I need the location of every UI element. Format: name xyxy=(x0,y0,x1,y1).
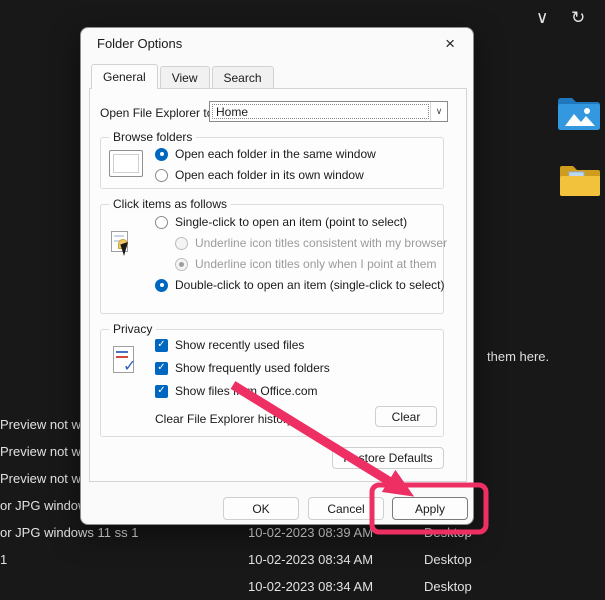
group-title: Click items as follows xyxy=(109,197,231,211)
screenshots-folder-icon[interactable] xyxy=(558,162,602,200)
radio-indicator xyxy=(175,237,188,250)
radio-indicator xyxy=(155,169,168,182)
option-label: Double-click to open an item (single-cli… xyxy=(175,278,444,292)
cancel-button[interactable]: Cancel xyxy=(308,497,384,520)
folder-window-icon xyxy=(109,150,143,177)
checkbox-indicator: ✓ xyxy=(155,362,168,375)
group-privacy: Privacy ✓ ✓ Show recently used files ✓ S… xyxy=(100,329,444,437)
file-name: 1 xyxy=(0,552,7,567)
option-label: Show frequently used folders xyxy=(175,361,330,375)
clear-history-label: Clear File Explorer history xyxy=(155,412,293,426)
option-label: Underline icon titles consistent with my… xyxy=(195,236,447,250)
option-label: Show recently used files xyxy=(175,338,304,352)
chevron-down-icon[interactable]: ∨ xyxy=(430,102,447,121)
file-name: Preview not w xyxy=(0,471,81,486)
checkbox-show-recent-files[interactable]: ✓ Show recently used files xyxy=(155,338,304,352)
group-browse-folders: Browse folders Open each folder in the s… xyxy=(100,137,444,189)
tab-search[interactable]: Search xyxy=(212,66,274,88)
file-location: Desktop xyxy=(424,525,472,540)
clear-button[interactable]: Clear xyxy=(375,406,437,427)
file-date: 10-02-2023 08:39 AM xyxy=(248,525,373,540)
checkbox-indicator: ✓ xyxy=(155,385,168,398)
option-label: Show files from Office.com xyxy=(175,384,318,398)
checkbox-show-frequent-folders[interactable]: ✓ Show frequently used folders xyxy=(155,361,330,375)
close-button[interactable]: × xyxy=(440,32,460,56)
file-name: Preview not w xyxy=(0,444,81,459)
radio-indicator xyxy=(155,279,168,292)
option-label: Open each folder in its own window xyxy=(175,168,364,182)
file-location: Desktop xyxy=(424,579,472,594)
file-row[interactable]: 10-02-2023 08:34 AM Desktop xyxy=(0,574,605,600)
file-date: 10-02-2023 08:34 AM xyxy=(248,579,373,594)
option-label: Open each folder in the same window xyxy=(175,147,376,161)
radio-option-same-window[interactable]: Open each folder in the same window xyxy=(155,147,376,161)
ok-button[interactable]: OK xyxy=(223,497,299,520)
radio-option-single-click[interactable]: Single-click to open an item (point to s… xyxy=(155,215,407,229)
general-tab-panel: Open File Explorer to: Home ∨ Browse fol… xyxy=(89,88,467,482)
checkbox-indicator: ✓ xyxy=(155,339,168,352)
open-to-combobox[interactable]: Home ∨ xyxy=(209,101,448,122)
folder-options-dialog: Folder Options × General View Search Ope… xyxy=(80,27,474,525)
radio-option-double-click[interactable]: Double-click to open an item (single-cli… xyxy=(155,278,444,292)
file-name: Preview not w xyxy=(0,417,81,432)
radio-indicator xyxy=(175,258,188,271)
tab-general[interactable]: General xyxy=(91,64,158,89)
group-title: Browse folders xyxy=(109,130,196,144)
restore-defaults-button[interactable]: Restore Defaults xyxy=(332,447,444,469)
radio-option-own-window[interactable]: Open each folder in its own window xyxy=(155,168,364,182)
refresh-icon[interactable]: ↻ xyxy=(571,7,585,29)
option-label: Underline icon titles only when I point … xyxy=(195,257,436,271)
open-to-label: Open File Explorer to: xyxy=(100,106,217,120)
combo-focus-rect xyxy=(212,104,429,119)
group-title: Privacy xyxy=(109,322,156,336)
drop-hint-text: them here. xyxy=(487,349,549,364)
radio-indicator xyxy=(155,216,168,229)
pictures-folder-icon[interactable] xyxy=(556,93,602,133)
tab-bar: General View Search xyxy=(91,66,276,88)
file-name: or JPG windows 11 ss 1 xyxy=(0,525,138,540)
desktop-background: ∨ ↻ them here. Preview not w Preview not… xyxy=(0,0,605,600)
file-date: 10-02-2023 08:34 AM xyxy=(248,552,373,567)
apply-button[interactable]: Apply xyxy=(392,497,468,520)
file-row[interactable]: 1 10-02-2023 08:34 AM Desktop xyxy=(0,547,605,574)
dialog-title: Folder Options xyxy=(97,36,182,51)
option-label: Single-click to open an item (point to s… xyxy=(175,215,407,229)
radio-option-underline-browser: Underline icon titles consistent with my… xyxy=(175,236,447,250)
checkbox-show-office-files[interactable]: ✓ Show files from Office.com xyxy=(155,384,318,398)
radio-option-underline-point: Underline icon titles only when I point … xyxy=(175,257,436,271)
file-name: or JPG window xyxy=(0,498,87,513)
file-location: Desktop xyxy=(424,552,472,567)
radio-indicator xyxy=(155,148,168,161)
privacy-icon: ✓ xyxy=(111,346,141,378)
tab-view[interactable]: View xyxy=(160,66,210,88)
group-click-items: Click items as follows Single-click to o… xyxy=(100,204,444,314)
chevron-down-icon[interactable]: ∨ xyxy=(536,7,548,29)
single-click-icon xyxy=(111,231,139,263)
